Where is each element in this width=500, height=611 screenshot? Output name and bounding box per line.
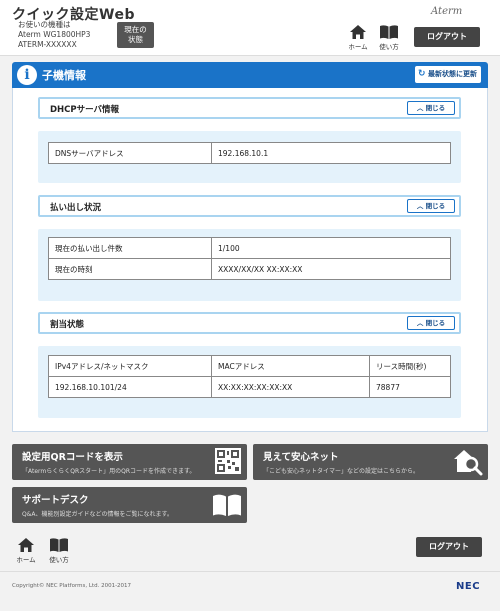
nec-logo: NEC xyxy=(456,581,481,592)
dhcp-table: DNSサーバアドレス 192.168.10.1 xyxy=(48,142,451,164)
refresh-button[interactable]: ↻ 最新状態に更新 xyxy=(415,66,481,83)
column-header: IPv4アドレス/ネットマスク xyxy=(48,355,212,377)
chevron-up-icon: ︿ xyxy=(416,319,424,327)
current-time-label: 現在の時刻 xyxy=(48,258,212,280)
copyright: Copyright© NEC Platforms, Ltd. 2001-2017 xyxy=(12,583,132,589)
dhcp-close-button[interactable]: ︿ 閉じる xyxy=(407,101,455,115)
dhcp-section-body: DNSサーバアドレス 192.168.10.1 xyxy=(38,131,461,183)
device-id: ATERM-XXXXXX xyxy=(18,40,77,49)
mieruanshin-tile[interactable]: 見えて安心ネット 「こども安心ネットタイマー」などの設定はこちらから。 xyxy=(253,444,488,480)
info-icon: i xyxy=(17,65,37,85)
current-time-value: XXXX/XX/XX XX:XX:XX xyxy=(211,258,451,280)
home-search-icon xyxy=(454,450,483,476)
model-name: Aterm WG1800HP3 xyxy=(18,30,91,39)
assign-section-body: IPv4アドレス/ネットマスク MACアドレス リース時間(秒) 192.168… xyxy=(38,346,461,418)
dns-label: DNSサーバアドレス xyxy=(48,142,212,164)
section-title: 払い出し状況 xyxy=(50,203,102,213)
qr-code-tile[interactable]: 設定用QRコードを表示 「AtermらくらくQRスタート」用のQRコードを作成で… xyxy=(12,444,247,480)
footer-divider xyxy=(0,571,500,572)
assign-section-header: 割当状態 ︿ 閉じる xyxy=(38,312,461,334)
support-desk-tile[interactable]: サポートデスク Q&A、機能別設定ガイドなどの情報をご覧になれます。 xyxy=(12,487,247,523)
logout-button[interactable]: ログアウト xyxy=(414,27,480,47)
lease-table: 現在の払い出し件数 1/100 現在の時刻 XXXX/XX/XX XX:XX:X… xyxy=(48,237,451,280)
footer-howto-button[interactable]: 使い方 xyxy=(45,537,73,564)
footer-home-button[interactable]: ホーム xyxy=(12,537,40,564)
lease-count-label: 現在の払い出し件数 xyxy=(48,237,212,259)
current-status-button[interactable]: 現在の 状態 xyxy=(117,22,154,48)
lease-section-body: 現在の払い出し件数 1/100 現在の時刻 XXXX/XX/XX XX:XX:X… xyxy=(38,229,461,301)
lease-time-cell: 78877 xyxy=(369,376,451,398)
dns-value: 192.168.10.1 xyxy=(211,142,451,164)
home-button[interactable]: ホーム xyxy=(344,24,372,51)
section-title: DHCPサーバ情報 xyxy=(50,105,120,115)
footer-logout-button[interactable]: ログアウト xyxy=(416,537,482,557)
aterm-logo: Aterm xyxy=(431,6,463,17)
assign-close-button[interactable]: ︿ 閉じる xyxy=(407,316,455,330)
page-title: 子機情報 xyxy=(42,69,86,82)
qr-code-icon xyxy=(215,448,241,474)
column-header: リース時間(秒) xyxy=(369,355,451,377)
chevron-up-icon: ︿ xyxy=(416,202,424,210)
home-icon xyxy=(350,25,366,39)
book-icon xyxy=(213,494,241,516)
home-icon xyxy=(18,538,34,552)
column-header: MACアドレス xyxy=(211,355,370,377)
table-row: 現在の時刻 XXXX/XX/XX XX:XX:XX xyxy=(48,258,451,280)
mac-cell: XX:XX:XX:XX:XX:XX xyxy=(211,376,370,398)
howto-button[interactable]: 使い方 xyxy=(375,24,403,51)
lease-section-header: 払い出し状況 ︿ 閉じる xyxy=(38,195,461,217)
book-icon xyxy=(380,25,398,39)
table-row: 現在の払い出し件数 1/100 xyxy=(48,237,451,259)
table-row: DNSサーバアドレス 192.168.10.1 xyxy=(48,142,451,164)
table-header-row: IPv4アドレス/ネットマスク MACアドレス リース時間(秒) xyxy=(48,355,451,377)
table-row: 192.168.10.101/24 XX:XX:XX:XX:XX:XX 7887… xyxy=(48,376,451,398)
lease-count-value: 1/100 xyxy=(211,237,451,259)
header: クイック設定Web お使いの機種は Aterm WG1800HP3 ATERM-… xyxy=(0,0,500,56)
lease-close-button[interactable]: ︿ 閉じる xyxy=(407,199,455,213)
section-title: 割当状態 xyxy=(50,320,85,330)
chevron-up-icon: ︿ xyxy=(416,104,424,112)
book-icon xyxy=(50,538,68,552)
model-info: お使いの機種は Aterm WG1800HP3 ATERM-XXXXXX xyxy=(18,20,90,50)
refresh-icon: ↻ xyxy=(418,69,426,79)
assign-table: IPv4アドレス/ネットマスク MACアドレス リース時間(秒) 192.168… xyxy=(48,355,451,398)
model-prefix: お使いの機種は xyxy=(18,20,71,29)
dhcp-section-header: DHCPサーバ情報 ︿ 閉じる xyxy=(38,97,461,119)
panel-header: i 子機情報 ↻ 最新状態に更新 xyxy=(12,62,488,88)
ip-cell: 192.168.10.101/24 xyxy=(48,376,212,398)
